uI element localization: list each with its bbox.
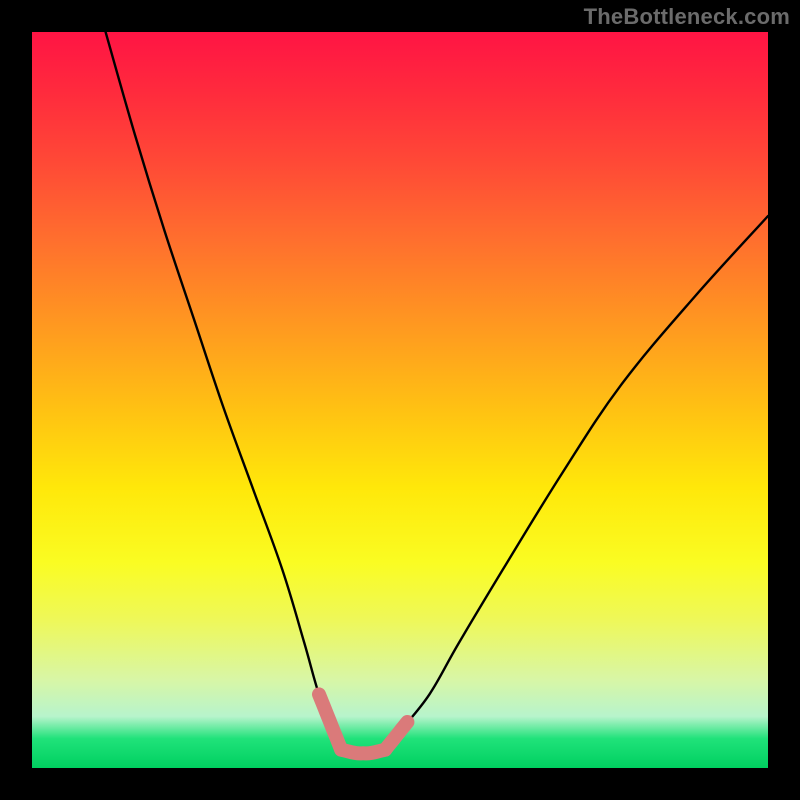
bottleneck-curve [106, 32, 768, 754]
right-bottom-marker [385, 722, 407, 750]
curve-layer [32, 32, 768, 768]
chart-frame: TheBottleneck.com [0, 0, 800, 800]
watermark-text: TheBottleneck.com [584, 4, 790, 30]
plot-area [32, 32, 768, 768]
left-bottom-marker [319, 694, 341, 749]
